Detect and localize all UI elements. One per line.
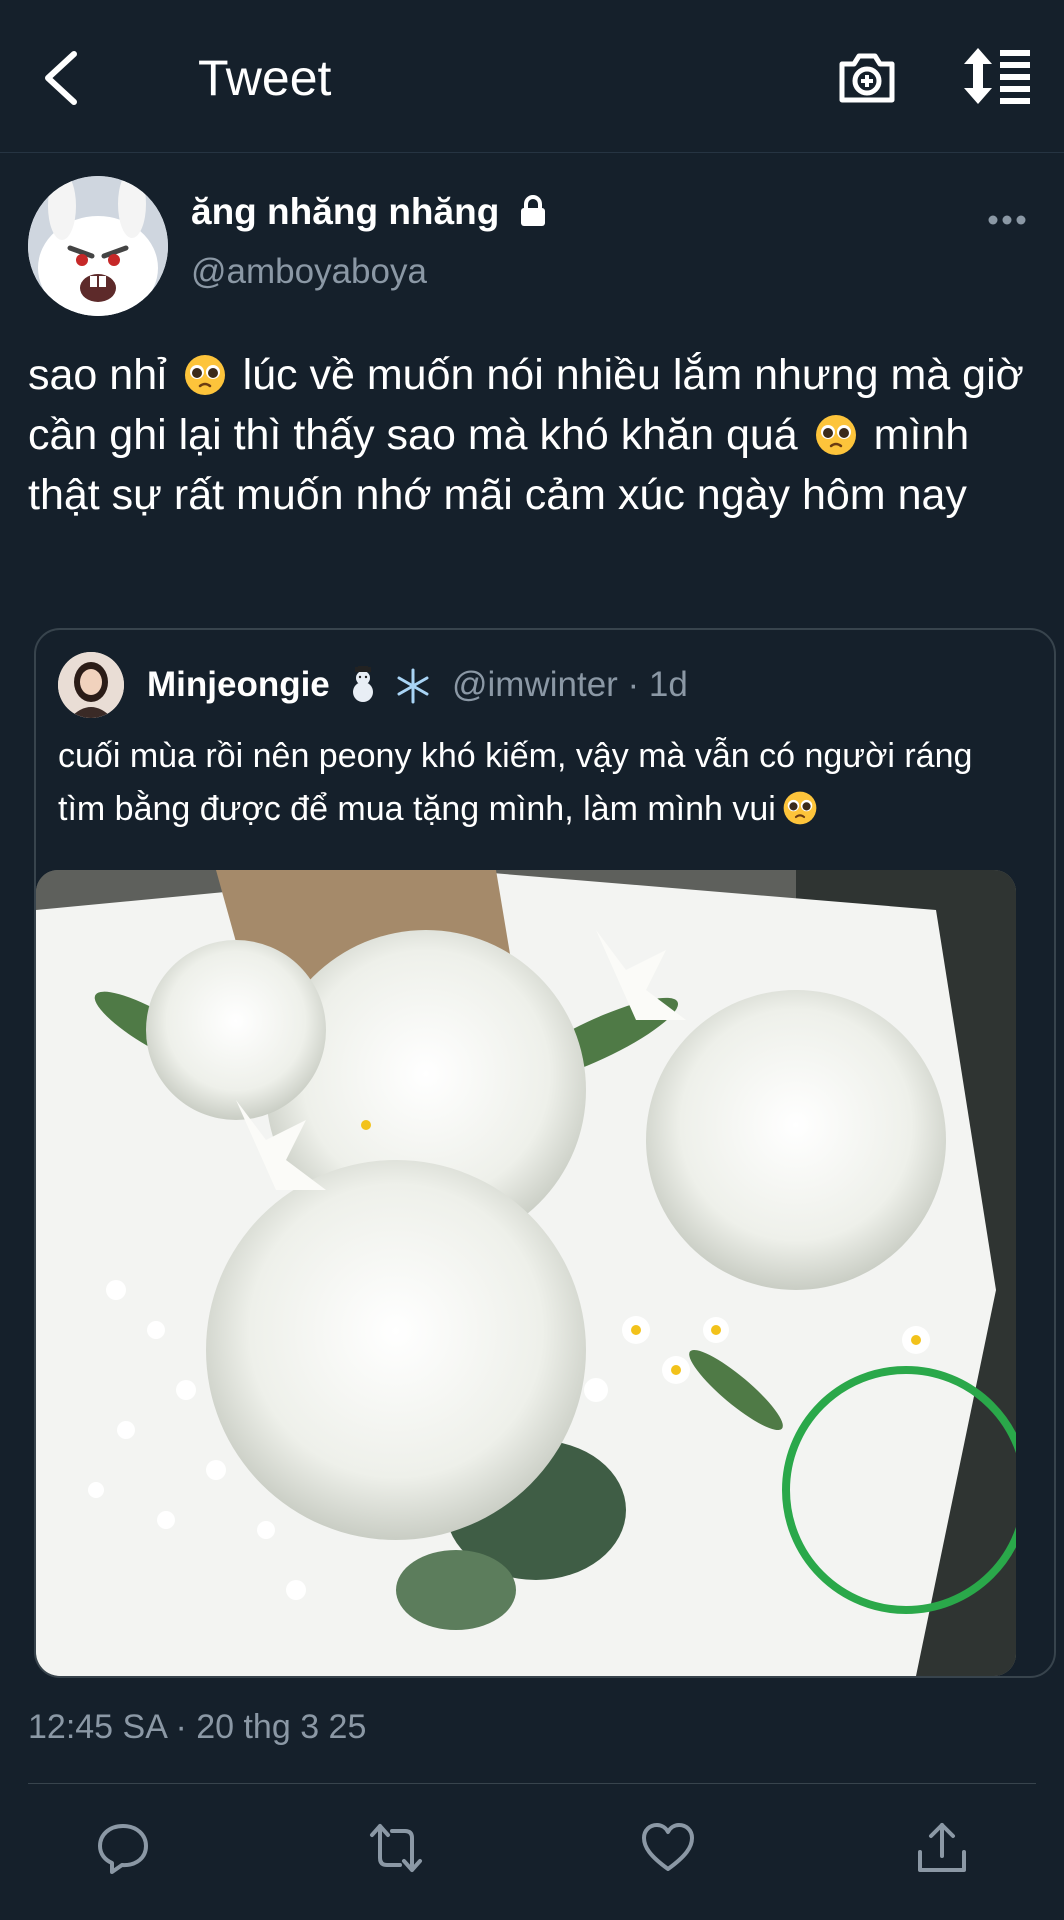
chevron-left-icon[interactable]	[40, 48, 84, 108]
quoted-tweet-text: cuối mùa rồi nên peony khó kiếm, vậy mà …	[58, 730, 1018, 836]
quoted-tweet-photo[interactable]	[36, 870, 1016, 1676]
pleading-face-emoji	[815, 415, 856, 455]
camera-plus-icon[interactable]	[836, 46, 898, 108]
heart-icon[interactable]	[640, 1820, 696, 1876]
page-title: Tweet	[198, 50, 332, 106]
tweet-text-part: sao nhỉ	[28, 351, 167, 399]
bunny-avatar-image	[28, 176, 168, 316]
flower-bouquet-image	[36, 870, 1016, 1676]
quoted-tweet[interactable]: Minjeongie @imwinter · 1d cuối mùa rồi n…	[34, 628, 1056, 1678]
quoted-avatar-image	[58, 652, 124, 718]
retweet-icon[interactable]	[368, 1820, 424, 1876]
lock-icon	[520, 195, 545, 226]
author-name-text: ăng nhăng nhăng	[191, 191, 500, 232]
quoted-author-name[interactable]: Minjeongie	[147, 662, 431, 706]
reply-icon[interactable]	[95, 1820, 151, 1876]
quoted-tweet-text-main: cuối mùa rồi nên peony khó kiếm, vậy mà …	[58, 737, 973, 828]
divider	[28, 1783, 1036, 1784]
tweet-text: sao nhỉ lúc về muốn nói nhiều lắm nhưng …	[28, 345, 1048, 525]
snowflake-emoji	[397, 668, 429, 704]
quoted-author-name-text: Minjeongie	[147, 665, 330, 704]
author-name[interactable]: ăng nhăng nhăng	[191, 190, 550, 234]
author-handle[interactable]: @amboyaboya	[191, 250, 427, 294]
top-bar: Tweet	[0, 0, 1064, 153]
tweet-timestamp[interactable]: 12:45 SA · 20 thg 3 25	[28, 1705, 366, 1749]
share-icon[interactable]	[914, 1820, 970, 1876]
snowman-emoji	[352, 662, 373, 702]
avatar[interactable]	[28, 176, 168, 316]
pleading-face-emoji	[184, 355, 225, 395]
quoted-handle-time: @imwinter · 1d	[452, 665, 688, 704]
quoted-avatar[interactable]	[58, 652, 124, 718]
pleading-face-emoji	[783, 791, 817, 825]
sort-timeline-icon[interactable]	[962, 48, 1032, 104]
more-options-icon[interactable]	[985, 205, 1029, 235]
